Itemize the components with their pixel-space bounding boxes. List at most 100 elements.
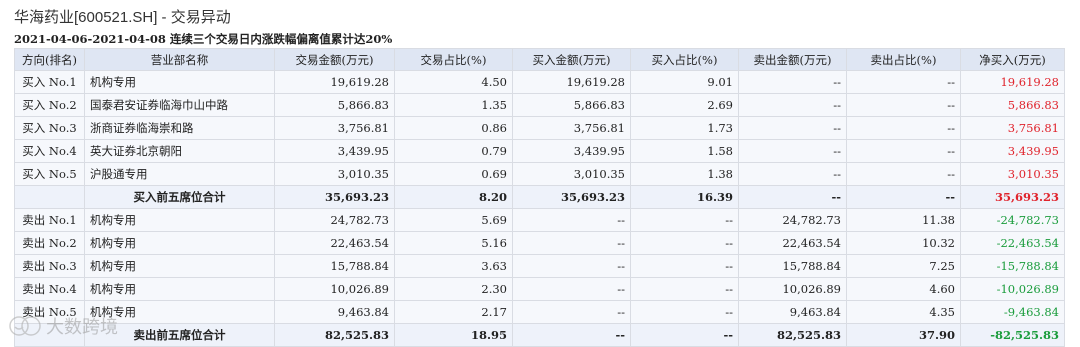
buy-amount-cell: 5,866.83: [512, 93, 631, 117]
buy-ratio-cell: 16.39: [630, 185, 739, 209]
rank-cell: 卖出 No.1: [14, 208, 85, 232]
ratio-cell: 4.50: [394, 70, 513, 94]
col-header-buy-ratio: 买入占比(%): [630, 48, 739, 71]
watermark-text: 大数跨境: [46, 317, 118, 338]
buy-amount-cell: 3,439.95: [512, 139, 631, 163]
amount-cell: 5,866.83: [274, 93, 395, 117]
broker-name-cell: 机构专用: [84, 277, 275, 301]
smile-logo-icon: [9, 316, 41, 336]
buy-ratio-cell: --: [630, 208, 739, 232]
buy-amount-cell: --: [512, 323, 631, 347]
summary-row: 买入前五席位合计 35,693.23 8.20 35,693.23 16.39 -- -- 3…: [14, 185, 1065, 209]
net-buy-cell: -82,525.83: [960, 323, 1065, 347]
page-title: 华海药业[600521.SH] - 交易异动: [14, 9, 231, 26]
col-header-sell-ratio: 卖出占比(%): [846, 48, 961, 71]
sell-ratio-cell: --: [846, 93, 961, 117]
sell-amount-cell: 22,463.54: [738, 231, 847, 255]
table-row: 卖出 No.4 机构专用 10,026.89 2.30 -- -- 10,026.89 4.6…: [14, 277, 1065, 301]
broker-name-cell: 沪股通专用: [84, 162, 275, 186]
table-header-row: 方向(排名) 营业部名称 交易金额(万元) 交易占比(%) 买入金额(万元) 买…: [14, 48, 1065, 71]
broker-name-cell: 机构专用: [84, 231, 275, 255]
sell-amount-cell: 10,026.89: [738, 277, 847, 301]
net-buy-cell: -22,463.54: [960, 231, 1065, 255]
buy-ratio-cell: --: [630, 323, 739, 347]
sell-amount-cell: --: [738, 93, 847, 117]
table-body: 买入 No.1 机构专用 19,619.28 4.50 19,619.28 9.01 -- -…: [14, 70, 1065, 347]
rank-cell: 买入 No.2: [14, 93, 85, 117]
col-header-name: 营业部名称: [84, 48, 275, 71]
amount-cell: 15,788.84: [274, 254, 395, 278]
sell-ratio-cell: 11.38: [846, 208, 961, 232]
amount-cell: 19,619.28: [274, 70, 395, 94]
net-buy-cell: 3,010.35: [960, 162, 1065, 186]
buy-ratio-cell: --: [630, 277, 739, 301]
summary-row: 卖出前五席位合计 82,525.83 18.95 -- -- 82,525.83 37.90…: [14, 323, 1065, 347]
col-header-buy: 买入金额(万元): [512, 48, 631, 71]
ratio-cell: 5.69: [394, 208, 513, 232]
buy-amount-cell: --: [512, 254, 631, 278]
buy-ratio-cell: 1.38: [630, 162, 739, 186]
col-header-rank: 方向(排名): [14, 48, 85, 71]
table-row: 卖出 No.3 机构专用 15,788.84 3.63 -- -- 15,788.84 7.2…: [14, 254, 1065, 278]
rank-cell: 买入 No.5: [14, 162, 85, 186]
amount-cell: 3,439.95: [274, 139, 395, 163]
ratio-cell: 0.86: [394, 116, 513, 140]
table-row: 买入 No.3 浙商证券临海崇和路 3,756.81 0.86 3,756.81 1.73…: [14, 116, 1065, 140]
buy-ratio-cell: 1.58: [630, 139, 739, 163]
table-row: 买入 No.4 英大证券北京朝阳 3,439.95 0.79 3,439.95 1.58-…: [14, 139, 1065, 163]
sell-ratio-cell: 4.60: [846, 277, 961, 301]
broker-name-cell: 机构专用: [84, 70, 275, 94]
sell-ratio-cell: --: [846, 185, 961, 209]
buy-amount-cell: 35,693.23: [512, 185, 631, 209]
buy-amount-cell: --: [512, 300, 631, 324]
amount-cell: 24,782.73: [274, 208, 395, 232]
table-row: 卖出 No.1 机构专用 24,782.73 5.69 -- -- 24,782.73 11.…: [14, 208, 1065, 232]
col-header-net: 净买入(万元): [960, 48, 1065, 71]
sell-amount-cell: --: [738, 185, 847, 209]
ratio-cell: 0.79: [394, 139, 513, 163]
buy-ratio-cell: 1.73: [630, 116, 739, 140]
buy-amount-cell: --: [512, 231, 631, 255]
amount-cell: 82,525.83: [274, 323, 395, 347]
net-buy-cell: 3,439.95: [960, 139, 1065, 163]
buy-amount-cell: --: [512, 208, 631, 232]
buy-ratio-cell: --: [630, 300, 739, 324]
amount-cell: 35,693.23: [274, 185, 395, 209]
sell-amount-cell: --: [738, 139, 847, 163]
ratio-cell: 2.17: [394, 300, 513, 324]
sell-amount-cell: --: [738, 116, 847, 140]
sell-amount-cell: 82,525.83: [738, 323, 847, 347]
sell-ratio-cell: 37.90: [846, 323, 961, 347]
broker-name-cell: 浙商证券临海崇和路: [84, 116, 275, 140]
rank-cell: 卖出 No.2: [14, 231, 85, 255]
page-subtitle: 2021-04-06-2021-04-08 连续三个交易日内涨跌幅偏离值累计达2…: [14, 32, 393, 46]
sell-ratio-cell: 10.32: [846, 231, 961, 255]
sell-ratio-cell: --: [846, 139, 961, 163]
ratio-cell: 1.35: [394, 93, 513, 117]
ratio-cell: 8.20: [394, 185, 513, 209]
ratio-cell: 5.16: [394, 231, 513, 255]
broker-name-cell: 买入前五席位合计: [84, 185, 275, 209]
rank-cell: 卖出 No.3: [14, 254, 85, 278]
buy-amount-cell: --: [512, 277, 631, 301]
table-row: 买入 No.5 沪股通专用 3,010.35 0.69 3,010.35 1.38 -- --…: [14, 162, 1065, 186]
net-buy-cell: -24,782.73: [960, 208, 1065, 232]
trade-table: 方向(排名) 营业部名称 交易金额(万元) 交易占比(%) 买入金额(万元) 买…: [14, 48, 1065, 347]
broker-name-cell: 国泰君安证券临海巾山中路: [84, 93, 275, 117]
col-header-sell: 卖出金额(万元): [738, 48, 847, 71]
broker-name-cell: 英大证券北京朝阳: [84, 139, 275, 163]
sell-amount-cell: --: [738, 162, 847, 186]
ratio-cell: 0.69: [394, 162, 513, 186]
sell-amount-cell: 24,782.73: [738, 208, 847, 232]
net-buy-cell: 3,756.81: [960, 116, 1065, 140]
buy-ratio-cell: 2.69: [630, 93, 739, 117]
watermark: 大数跨境: [8, 313, 118, 339]
sell-amount-cell: 15,788.84: [738, 254, 847, 278]
rank-cell: 买入 No.3: [14, 116, 85, 140]
sell-ratio-cell: 4.35: [846, 300, 961, 324]
amount-cell: 3,756.81: [274, 116, 395, 140]
ratio-cell: 3.63: [394, 254, 513, 278]
net-buy-cell: 5,866.83: [960, 93, 1065, 117]
amount-cell: 10,026.89: [274, 277, 395, 301]
col-header-amount: 交易金额(万元): [274, 48, 395, 71]
